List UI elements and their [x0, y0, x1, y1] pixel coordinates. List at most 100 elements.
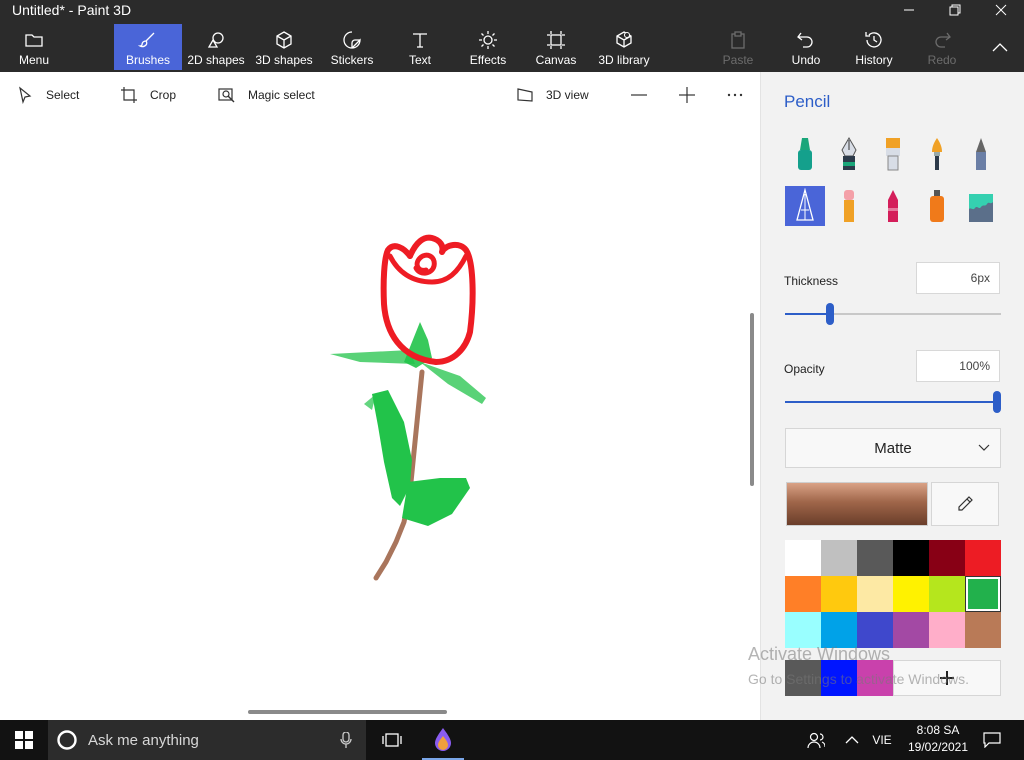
history-button[interactable]: History	[852, 24, 896, 70]
magic-select-button[interactable]: Magic select	[218, 86, 315, 104]
taskbar: Ask me anything VIE 8:08 SA 19/02/2021	[0, 720, 1024, 760]
tab-brushes[interactable]: Brushes	[114, 24, 182, 70]
undo-button[interactable]: Undo	[788, 24, 824, 70]
tab-stickers[interactable]: Stickers	[326, 24, 378, 70]
crop-button[interactable]: Crop	[120, 86, 176, 104]
menu-button[interactable]: Menu	[8, 24, 60, 70]
color-swatch[interactable]	[929, 612, 965, 648]
canvas-icon	[547, 31, 565, 49]
crayon-tool[interactable]	[873, 186, 913, 226]
restore-icon	[949, 4, 961, 16]
color-swatch[interactable]	[893, 576, 929, 612]
magic-select-label: Magic select	[248, 88, 315, 102]
taskbar-paint3d[interactable]	[422, 720, 464, 760]
color-swatch[interactable]	[929, 576, 965, 612]
paste-button[interactable]: Paste	[720, 24, 756, 70]
redo-label: Redo	[927, 53, 957, 67]
thickness-input[interactable]: 6px	[916, 262, 1000, 294]
restore-button[interactable]	[932, 0, 978, 20]
tab-canvas[interactable]: Canvas	[534, 24, 578, 70]
color-swatch[interactable]	[821, 576, 857, 612]
thickness-slider[interactable]	[785, 303, 1001, 325]
color-swatch[interactable]	[857, 612, 893, 648]
color-swatch[interactable]	[893, 540, 929, 576]
color-swatch[interactable]	[785, 576, 821, 612]
tab-2d-shapes[interactable]: 2D shapes	[186, 24, 246, 70]
more-options-button[interactable]	[726, 86, 756, 104]
3d-view-icon	[517, 88, 533, 102]
close-button[interactable]	[978, 0, 1024, 20]
color-swatch[interactable]	[929, 540, 965, 576]
search-box[interactable]: Ask me anything	[48, 720, 366, 760]
leaf-stroke	[330, 350, 415, 364]
color-swatch[interactable]	[965, 576, 1001, 612]
clock-time: 8:08 SA	[916, 723, 960, 737]
show-hidden-icons-button[interactable]	[840, 720, 864, 760]
opacity-input[interactable]: 100%	[916, 350, 1000, 382]
eraser-tool[interactable]	[829, 186, 869, 226]
cube-icon	[276, 31, 292, 49]
tab-text[interactable]: Text	[400, 24, 440, 70]
watermark-line2: Go to Settings to activate Windows.	[748, 671, 969, 687]
horizontal-scrollbar[interactable]	[248, 710, 447, 714]
color-swatch[interactable]	[785, 540, 821, 576]
opacity-slider-thumb[interactable]	[993, 391, 1001, 413]
thickness-slider-thumb[interactable]	[826, 303, 834, 325]
marker-tool[interactable]	[785, 134, 825, 174]
crop-icon	[121, 87, 137, 103]
3d-view-button[interactable]: 3D view	[516, 86, 589, 104]
color-swatch[interactable]	[785, 612, 821, 648]
spray-can-tool[interactable]	[917, 186, 957, 226]
cortana-icon	[57, 730, 77, 750]
calligraphy-pen-tool[interactable]	[829, 134, 869, 174]
color-swatch[interactable]	[821, 540, 857, 576]
color-swatch[interactable]	[821, 612, 857, 648]
brush-panel: Pencil Thickness 6px Opacity 100% Matte	[760, 72, 1024, 720]
watercolor-tool[interactable]	[917, 134, 957, 174]
color-swatch[interactable]	[893, 612, 929, 648]
minimize-button[interactable]	[886, 0, 932, 20]
microphone-icon[interactable]	[340, 732, 352, 748]
pencil-tool[interactable]	[961, 134, 1001, 174]
notifications-button[interactable]	[980, 720, 1004, 760]
tab-effects-label: Effects	[469, 53, 507, 67]
thickness-label: Thickness	[784, 274, 839, 288]
history-label: History	[855, 53, 893, 67]
clock[interactable]: 8:08 SA 19/02/2021	[896, 722, 980, 756]
tab-3d-library-label: 3D library	[598, 53, 650, 67]
menu-label: Menu	[18, 53, 50, 67]
collapse-ribbon-button[interactable]	[986, 24, 1014, 70]
history-icon	[865, 32, 882, 48]
drawing-canvas[interactable]	[0, 122, 760, 720]
tab-3d-library[interactable]: 3D library	[596, 24, 652, 70]
zoom-in-button[interactable]	[678, 86, 708, 104]
select-button[interactable]: Select	[16, 86, 79, 104]
opacity-slider[interactable]	[785, 391, 1001, 413]
crop-label: Crop	[150, 88, 177, 102]
opacity-label: Opacity	[784, 362, 825, 376]
vertical-scrollbar[interactable]	[750, 313, 754, 486]
language-indicator[interactable]: VIE	[866, 720, 898, 760]
color-swatch[interactable]	[857, 576, 893, 612]
paste-label: Paste	[722, 53, 754, 67]
eyedropper-button[interactable]	[931, 482, 999, 526]
finish-dropdown[interactable]: Matte	[785, 428, 1001, 468]
zoom-out-button[interactable]	[630, 86, 660, 104]
undo-icon	[797, 32, 813, 48]
current-color-preview[interactable]	[786, 482, 928, 526]
tab-effects[interactable]: Effects	[464, 24, 512, 70]
fill-bucket-icon	[969, 194, 993, 222]
oil-brush-tool[interactable]	[873, 134, 913, 174]
people-button[interactable]	[804, 720, 828, 760]
tab-3d-shapes[interactable]: 3D shapes	[254, 24, 314, 70]
start-button[interactable]	[0, 720, 48, 760]
ribbon: Menu Brushes 2D shapes 3D shapes Sticker…	[0, 20, 1024, 72]
color-swatch[interactable]	[857, 540, 893, 576]
color-swatch[interactable]	[965, 540, 1001, 576]
pixel-pen-tool[interactable]	[785, 186, 825, 226]
more-icon	[727, 93, 743, 97]
task-view-button[interactable]	[372, 720, 412, 760]
fill-bucket-tool[interactable]	[961, 186, 1001, 226]
redo-button[interactable]: Redo	[926, 24, 958, 70]
color-swatch[interactable]	[965, 612, 1001, 648]
